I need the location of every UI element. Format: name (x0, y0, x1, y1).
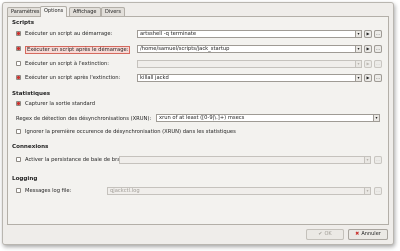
arrow-button-script-post-startup[interactable]: ▶ (364, 45, 372, 53)
input-messages-log[interactable]: qjackctl.log (107, 187, 365, 195)
check-icon: ✔ (318, 231, 323, 237)
checkbox-script-post-startup[interactable] (16, 46, 21, 51)
input-script-post-shutdown[interactable]: killall jackd (137, 74, 356, 82)
input-script-shutdown[interactable] (137, 60, 356, 68)
section-statistiques-title: Statistiques (12, 91, 51, 97)
options-panel: Scripts Exécuter un script au démarrage:… (7, 16, 389, 225)
checkbox-ignore-first-xrun[interactable] (16, 129, 21, 134)
checkbox-script-startup[interactable] (16, 31, 21, 36)
browse-button-script-post-shutdown[interactable]: ... (374, 74, 382, 82)
label-messages-log: Messages log file: (25, 188, 72, 194)
browse-button-persist-patchbay[interactable]: ... (374, 156, 382, 164)
arrow-button-script-startup[interactable]: ▶ (364, 30, 372, 38)
ok-label: OK (324, 231, 332, 237)
browse-button-messages-log[interactable]: ... (374, 187, 382, 195)
section-scripts-title: Scripts (12, 20, 35, 26)
input-persist-patchbay[interactable] (119, 156, 365, 164)
cancel-label: Annuler (361, 231, 381, 237)
dropdown-xrun-regex[interactable]: ▾ (373, 114, 380, 122)
label-script-startup: Exécuter un script au démarrage: (25, 31, 113, 37)
label-xrun-regex: Regex de détection des désynchronisation… (16, 116, 152, 122)
label-script-post-startup: Exécuter un script après le démarrage: (25, 46, 131, 54)
dropdown-script-post-shutdown[interactable]: ▾ (355, 74, 362, 82)
tab-parametres[interactable]: Paramètres (7, 7, 44, 16)
cancel-x-icon: ✖ (355, 231, 360, 237)
label-script-shutdown: Exécuter un script à l'extinction: (25, 61, 110, 67)
tab-affichage[interactable]: Affichage (69, 7, 101, 16)
checkbox-messages-log[interactable] (16, 188, 21, 193)
ok-button[interactable]: ✔ OK (306, 229, 344, 240)
arrow-button-script-shutdown[interactable]: ▶ (364, 60, 372, 68)
tab-divers[interactable]: Divers (101, 7, 125, 16)
dropdown-persist-patchbay[interactable]: ▾ (364, 156, 371, 164)
input-script-startup[interactable]: artsshell -q terminate (137, 30, 356, 38)
checkbox-script-post-shutdown[interactable] (16, 75, 21, 80)
checkbox-persist-patchbay[interactable] (16, 157, 21, 162)
dropdown-script-startup[interactable]: ▾ (355, 30, 362, 38)
dropdown-script-post-startup[interactable]: ▾ (355, 45, 362, 53)
play-icon: ▶ (366, 75, 370, 80)
play-icon: ▶ (366, 61, 370, 66)
tab-options[interactable]: Options (40, 6, 68, 17)
label-script-post-shutdown: Exécuter un script après l'extinction: (25, 75, 121, 81)
play-icon: ▶ (366, 31, 370, 36)
label-capture-stdout: Capturer la sortie standard (25, 101, 96, 107)
browse-button-script-startup[interactable]: ... (374, 30, 382, 38)
section-logging-title: Logging (12, 176, 38, 182)
play-icon: ▶ (366, 46, 370, 51)
browse-button-script-shutdown[interactable]: ... (374, 60, 382, 68)
section-connexions-title: Connexions (12, 144, 49, 150)
arrow-button-script-post-shutdown[interactable]: ▶ (364, 74, 372, 82)
settings-dialog: Paramètres Options Affichage Divers Scri… (2, 2, 394, 245)
checkbox-script-shutdown[interactable] (16, 61, 21, 66)
checkbox-capture-stdout[interactable] (16, 101, 21, 106)
label-ignore-first-xrun: Ignorer la première occurence de désynch… (25, 129, 236, 135)
input-script-post-startup[interactable]: /home/samuel/scripts/jack_startup (137, 45, 356, 53)
dropdown-messages-log[interactable]: ▾ (364, 187, 371, 195)
cancel-button[interactable]: ✖ Annuler (348, 229, 388, 240)
dropdown-script-shutdown[interactable]: ▾ (355, 60, 362, 68)
input-xrun-regex[interactable]: xrun of at least ([0-9|\.]+) msecs (156, 114, 374, 122)
browse-button-script-post-startup[interactable]: ... (374, 45, 382, 53)
